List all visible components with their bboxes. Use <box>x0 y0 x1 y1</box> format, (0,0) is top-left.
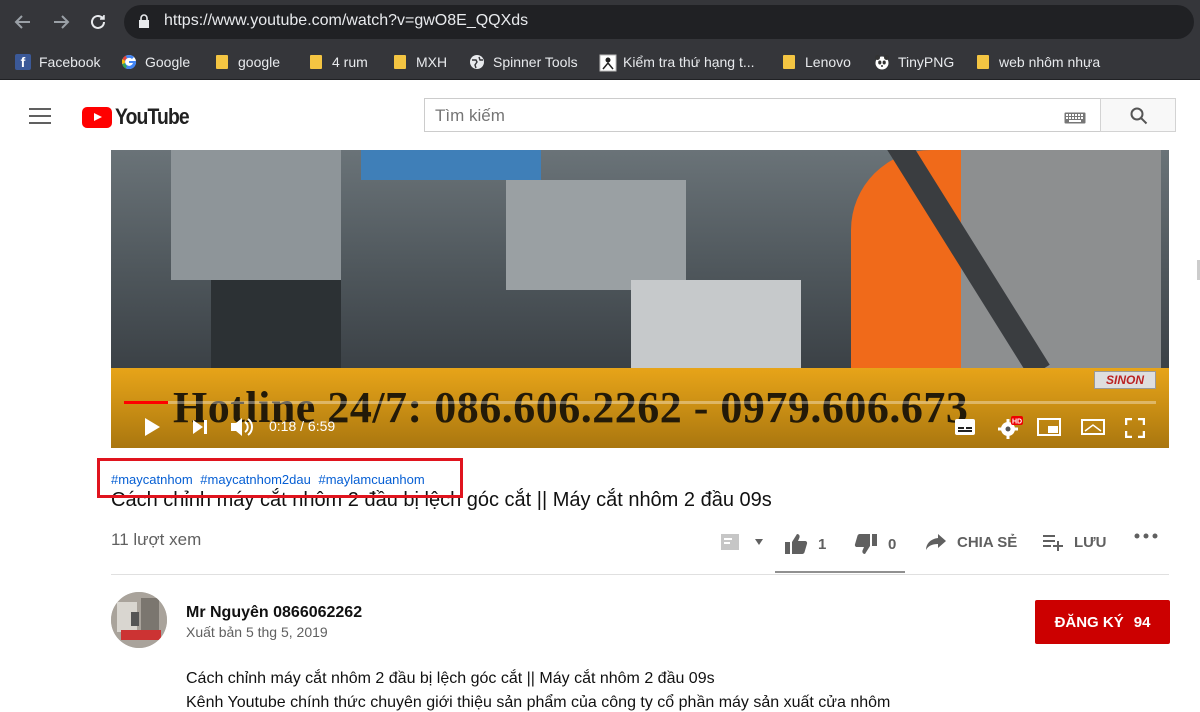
bookmark-folder-google[interactable]: google <box>214 52 280 72</box>
more-horizontal-icon <box>1134 533 1158 539</box>
bookmark-folder-lenovo[interactable]: Lenovo <box>781 52 851 72</box>
add-to-playlist-button[interactable] <box>720 533 764 551</box>
subscriber-count: 94 <box>1133 613 1151 631</box>
video-player[interactable]: SINON Hotline 24/7: 086.606.2262 - 0979.… <box>111 150 1169 448</box>
url-text: https://www.youtube.com/watch?v=gwO8E_QQ… <box>164 12 529 29</box>
keyboard-icon[interactable] <box>1064 111 1086 129</box>
bookmarks-bar: f Facebook Google google 4 rum MXH Spinn… <box>0 45 1200 80</box>
progress-track[interactable] <box>124 401 1156 404</box>
subtitles-icon[interactable] <box>954 418 976 441</box>
bookmark-folder-mxh[interactable]: MXH <box>392 52 447 72</box>
bookmark-label: 4 rum <box>332 54 368 70</box>
playlist-add-icon <box>721 534 739 550</box>
bookmark-tinypng[interactable]: TinyPNG <box>874 52 954 72</box>
theater-mode-icon[interactable] <box>1081 418 1105 441</box>
view-count: 11 lượt xem <box>111 530 202 549</box>
panda-icon <box>874 54 890 70</box>
sinon-watermark: SINON <box>1094 371 1156 389</box>
share-label: CHIA SẺ <box>957 533 1018 551</box>
video-banner <box>361 150 541 180</box>
channel-avatar[interactable] <box>111 592 167 648</box>
search-box <box>424 98 1100 132</box>
youtube-wordmark: YouTube <box>115 104 190 129</box>
dislike-count: 0 <box>888 535 897 553</box>
search-icon <box>1130 107 1148 125</box>
like-count: 1 <box>818 535 827 553</box>
playlist-save-icon <box>1043 535 1063 551</box>
highlight-box <box>97 458 463 498</box>
hd-badge: HD <box>1012 419 1022 426</box>
bookmark-folder-4rum[interactable]: 4 rum <box>308 52 368 72</box>
reload-icon[interactable] <box>87 11 109 33</box>
fullscreen-icon[interactable] <box>1124 417 1146 443</box>
bookmark-label: Facebook <box>39 54 101 70</box>
bookmark-label: google <box>238 54 281 70</box>
folder-icon <box>783 55 795 69</box>
globe-icon <box>469 54 485 70</box>
video-background-right <box>961 150 1161 368</box>
time-display: 0:18 / 6:59 <box>269 418 336 434</box>
folder-icon <box>216 55 228 69</box>
dislike-button[interactable]: 0 <box>854 533 896 555</box>
publish-date: Xuất bản 5 thg 5, 2019 <box>186 624 328 640</box>
channel-name[interactable]: Mr Nguyên 0866062262 <box>186 604 362 622</box>
folder-icon <box>394 55 406 69</box>
back-icon[interactable] <box>12 11 34 33</box>
more-actions-button[interactable] <box>1134 533 1158 539</box>
sentiment-bar <box>775 571 905 573</box>
volume-icon[interactable] <box>229 416 253 443</box>
address-bar[interactable]: https://www.youtube.com/watch?v=gwO8E_QQ… <box>124 5 1194 39</box>
description-line: Kênh Youtube chính thức chuyên giới thiệ… <box>186 694 891 711</box>
video-machine-base <box>211 280 341 368</box>
folder-icon <box>977 55 989 69</box>
bookmark-label: Spinner Tools <box>493 54 578 70</box>
bookmark-label: Google <box>145 54 191 70</box>
search-button[interactable] <box>1100 98 1176 132</box>
bookmark-label: MXH <box>416 54 448 70</box>
bookmark-kiem-tra[interactable]: Kiểm tra thứ hạng t... <box>599 52 755 72</box>
forward-icon[interactable] <box>50 11 72 33</box>
lock-icon <box>138 14 150 34</box>
caret-down-icon <box>755 539 763 545</box>
video-control-panel <box>631 280 801 368</box>
youtube-logo[interactable]: YouTube <box>82 104 199 130</box>
progress-played <box>124 401 169 404</box>
search-input[interactable] <box>433 103 1037 129</box>
bookmark-label: TinyPNG <box>898 54 955 70</box>
bookmark-label: web nhôm nhựa <box>999 54 1101 70</box>
bookmark-google[interactable]: Google <box>121 52 190 72</box>
next-icon[interactable] <box>191 418 209 441</box>
folder-icon <box>310 55 322 69</box>
youtube-play-icon <box>82 106 112 128</box>
bookmark-spinner-tools[interactable]: Spinner Tools <box>469 52 578 72</box>
like-button[interactable]: 1 <box>784 533 826 555</box>
bookmark-label: Lenovo <box>805 54 851 70</box>
share-icon <box>926 534 946 550</box>
play-icon[interactable] <box>143 417 161 442</box>
thumbs-up-icon <box>785 534 808 554</box>
page-icon <box>599 54 617 72</box>
bookmark-folder-web-nhom-nhua[interactable]: web nhôm nhựa <box>975 52 1100 72</box>
hamburger-menu-icon[interactable] <box>29 107 51 130</box>
miniplayer-icon[interactable] <box>1037 418 1061 441</box>
save-label: LƯU <box>1074 533 1107 551</box>
description-line: Cách chỉnh máy cắt nhôm 2 đầu bị lệch gó… <box>186 670 715 687</box>
facebook-icon: f <box>15 54 31 70</box>
settings-gear-icon[interactable]: HD <box>997 416 1023 445</box>
share-button[interactable]: CHIA SẺ <box>925 533 1017 551</box>
subscribe-label: ĐĂNG KÝ <box>1054 613 1124 631</box>
google-icon <box>121 54 137 70</box>
bookmark-facebook[interactable]: f Facebook <box>15 52 100 72</box>
bookmark-label: Kiểm tra thứ hạng t... <box>623 54 755 70</box>
video-machine-center <box>506 180 686 290</box>
browser-toolbar: https://www.youtube.com/watch?v=gwO8E_QQ… <box>0 0 1200 45</box>
save-button[interactable]: LƯU <box>1042 533 1106 551</box>
video-machine-left <box>171 150 341 280</box>
thumbs-down-icon <box>854 534 877 554</box>
subscribe-button[interactable]: ĐĂNG KÝ 94 <box>1035 600 1170 644</box>
divider <box>111 574 1169 575</box>
